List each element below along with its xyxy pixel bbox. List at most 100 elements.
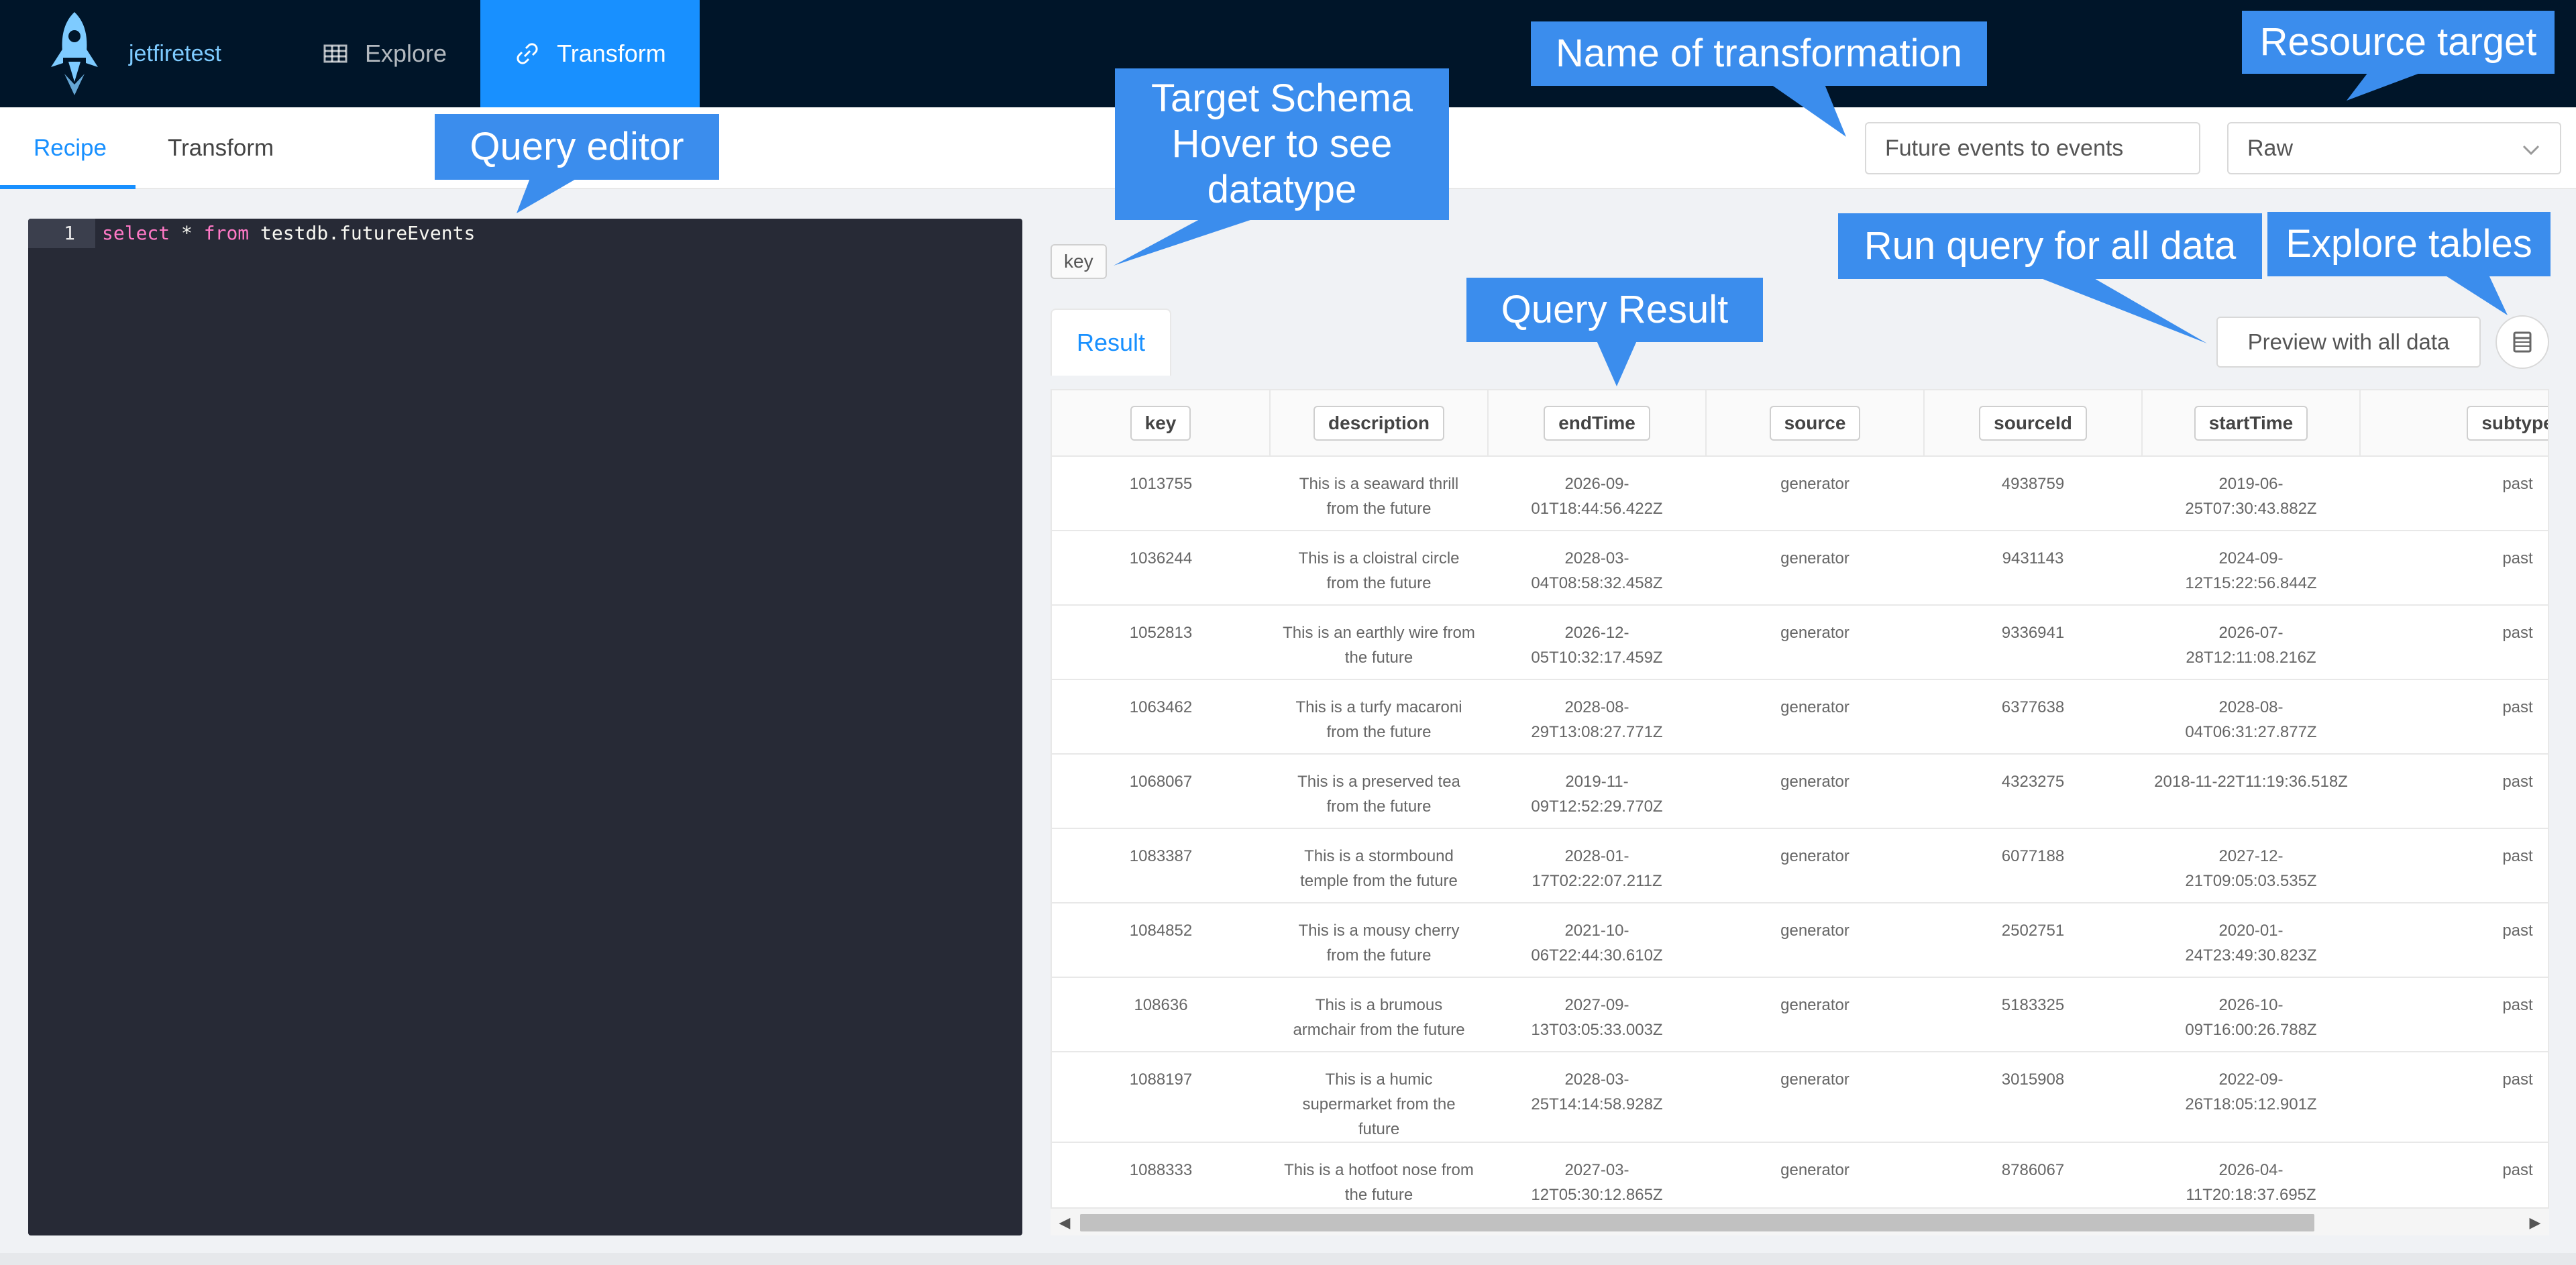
tail-explore-tables	[2445, 275, 2508, 315]
table-row[interactable]: 108636 This is a brumous armchair from th…	[1052, 977, 2548, 1052]
tail-target-schema	[1114, 219, 1254, 266]
code-line[interactable]: select * from testdb.futureEvents	[102, 219, 475, 248]
table-row[interactable]: 1052813 This is an earthly wire from the …	[1052, 605, 2548, 680]
table-row[interactable]: 1084852 This is a mousy cherry from the f…	[1052, 903, 2548, 978]
table-cell-endTime: 2028-08-29T13:08:27.771Z	[1488, 679, 1706, 755]
query-editor[interactable]: 1 select * from testdb.futureEvents	[28, 219, 1022, 1235]
table-cell-description: This is a turfy macaroni from the future	[1270, 679, 1488, 755]
table-cell-sourceId: 3015908	[1924, 1052, 2142, 1143]
table-row[interactable]: 1083387 This is a stormbound temple from …	[1052, 828, 2548, 903]
tab-recipe[interactable]: Recipe	[34, 107, 107, 189]
chevron-down-icon	[2522, 145, 2540, 156]
code-table-name: testdb.futureEvents	[249, 222, 476, 244]
table-cell-description: This is a hotfoot nose from the future	[1270, 1142, 1488, 1217]
nav-explore-label: Explore	[365, 40, 447, 67]
code-keyword-select: select	[102, 222, 170, 244]
callout-name-of-transformation: Name of transformation	[1531, 21, 1987, 86]
bottom-strip	[0, 1253, 2576, 1265]
column-header-source[interactable]: source	[1706, 390, 1925, 457]
transformation-name-input[interactable]	[1865, 122, 2200, 174]
table-cell-source: generator	[1706, 828, 1924, 903]
scroll-right-arrow[interactable]: ▶	[2525, 1213, 2545, 1233]
column-header-label: description	[1313, 405, 1444, 441]
table-cell-subtype: past	[2360, 605, 2548, 680]
table-cell-source: generator	[1706, 754, 1924, 829]
table-cell-endTime: 2027-09-13T03:05:33.003Z	[1488, 977, 1706, 1052]
table-row[interactable]: 1088333 This is a hotfoot nose from the f…	[1052, 1142, 2548, 1217]
table-cell-key: 1083387	[1052, 828, 1270, 903]
table-cell-subtype: past	[2360, 977, 2548, 1052]
nav-explore[interactable]: Explore	[288, 0, 480, 107]
callout-run-query: Run query for all data	[1838, 213, 2262, 279]
table-cell-subtype: past	[2360, 754, 2548, 829]
table-cell-description: This is a preserved tea from the future	[1270, 754, 1488, 829]
result-table[interactable]: key description endTime source sourceId start…	[1051, 389, 2549, 1235]
table-cell-key: 1084852	[1052, 903, 1270, 978]
scroll-left-arrow[interactable]: ◀	[1055, 1213, 1075, 1233]
column-header-key[interactable]: key	[1052, 390, 1271, 457]
table-row[interactable]: 1036244 This is a cloistral circle from t…	[1052, 531, 2548, 606]
table-cell-description: This is a mousy cherry from the future	[1270, 903, 1488, 978]
brand[interactable]: jetfiretest	[0, 0, 288, 107]
callout-target-schema-line2: Hover to see	[1171, 122, 1393, 166]
column-header-startTime[interactable]: startTime	[2142, 390, 2361, 457]
column-header-description[interactable]: description	[1270, 390, 1489, 457]
table-row[interactable]: 1013755 This is a seaward thrill from the…	[1052, 456, 2548, 531]
column-header-subtype[interactable]: subtype	[2360, 390, 2548, 457]
active-tab-indicator	[0, 185, 136, 189]
table-cell-source: generator	[1706, 679, 1924, 755]
table-cell-subtype: past	[2360, 1052, 2548, 1143]
table-cell-startTime: 2018-11-22T11:19:36.518Z	[2142, 754, 2360, 829]
table-cell-startTime: 2020-01-24T23:49:30.823Z	[2142, 903, 2360, 978]
table-cell-subtype: past	[2360, 456, 2548, 531]
scrollbar-thumb[interactable]	[1080, 1214, 2314, 1231]
horizontal-scrollbar[interactable]: ◀ ▶	[1051, 1207, 2549, 1235]
table-cell-sourceId: 8786067	[1924, 1142, 2142, 1217]
link-icon	[517, 43, 538, 64]
code-star: *	[170, 222, 204, 244]
table-cell-key: 1036244	[1052, 531, 1270, 606]
table-cell-endTime: 2028-01-17T02:22:07.211Z	[1488, 828, 1706, 903]
column-header-sourceId[interactable]: sourceId	[1924, 390, 2143, 457]
tail-run-query	[2039, 278, 2207, 343]
table-cell-subtype: past	[2360, 903, 2548, 978]
explore-tables-button[interactable]	[2496, 315, 2549, 369]
table-cell-sourceId: 5183325	[1924, 977, 2142, 1052]
table-body: 1013755 This is a seaward thrill from the…	[1052, 456, 2548, 1217]
table-row[interactable]: 1088197 This is a humic supermarket from …	[1052, 1052, 2548, 1143]
column-header-label: endTime	[1544, 405, 1650, 441]
resource-target-select[interactable]: Raw	[2227, 122, 2561, 174]
column-header-label: subtype	[2467, 405, 2548, 441]
callout-name-text: Name of transformation	[1555, 32, 1963, 75]
table-cell-startTime: 2024-09-12T15:22:56.844Z	[2142, 531, 2360, 606]
table-row[interactable]: 1063462 This is a turfy macaroni from the…	[1052, 679, 2548, 755]
table-cell-description: This is a seaward thrill from the future	[1270, 456, 1488, 531]
table-cell-source: generator	[1706, 903, 1924, 978]
result-grid: key description endTime source sourceId start…	[1052, 390, 2548, 1217]
schema-field-tag[interactable]: key	[1051, 244, 1107, 279]
table-cell-key: 108636	[1052, 977, 1270, 1052]
tab-result[interactable]: Result	[1051, 309, 1171, 376]
table-cell-source: generator	[1706, 1052, 1924, 1143]
table-cell-startTime: 2028-08-04T06:31:27.877Z	[2142, 679, 2360, 755]
table-cell-startTime: 2027-12-21T09:05:03.535Z	[2142, 828, 2360, 903]
column-header-endTime[interactable]: endTime	[1488, 390, 1707, 457]
database-table-icon	[2513, 331, 2532, 353]
tab-transform[interactable]: Transform	[168, 107, 274, 189]
callout-query-editor-text: Query editor	[470, 125, 684, 168]
nav-transform[interactable]: Transform	[480, 0, 700, 107]
table-cell-description: This is a cloistral circle from the futu…	[1270, 531, 1488, 606]
table-row[interactable]: 1068067 This is a preserved tea from the …	[1052, 754, 2548, 829]
table-cell-key: 1068067	[1052, 754, 1270, 829]
preview-all-data-button[interactable]: Preview with all data	[2216, 317, 2481, 368]
table-cell-description: This is a brumous armchair from the futu…	[1270, 977, 1488, 1052]
code-keyword-from: from	[203, 222, 250, 244]
table-cell-subtype: past	[2360, 679, 2548, 755]
table-grid-icon	[323, 44, 347, 63]
rocket-icon	[51, 12, 98, 95]
table-cell-startTime: 2019-06-25T07:30:43.882Z	[2142, 456, 2360, 531]
table-header-row: key description endTime source sourceId start…	[1052, 390, 2548, 457]
table-cell-endTime: 2026-12-05T10:32:17.459Z	[1488, 605, 1706, 680]
column-header-label: key	[1130, 405, 1191, 441]
callout-target-schema-line3: datatype	[1207, 168, 1357, 211]
